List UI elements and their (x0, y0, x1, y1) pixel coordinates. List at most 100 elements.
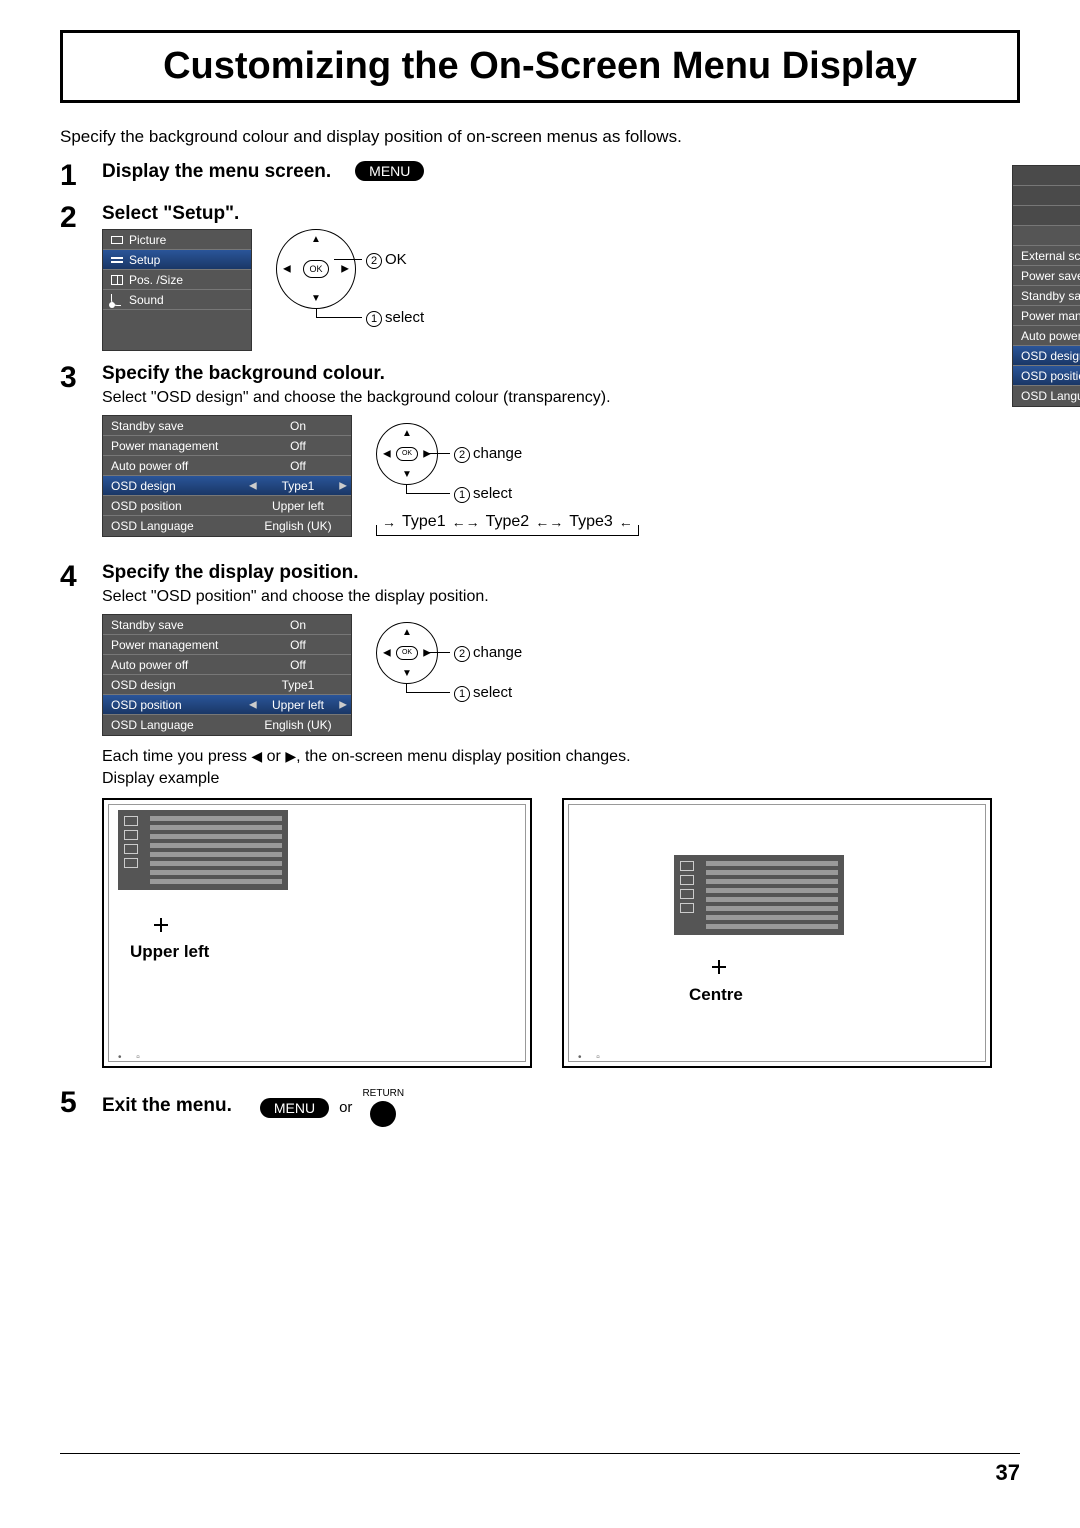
osd-row-label: Standby save (111, 419, 253, 433)
osd-row-label: Auto power off (111, 459, 253, 473)
setup-icon (111, 255, 123, 265)
osd-header-row[interactable]: Signal (1013, 166, 1080, 186)
osd-row[interactable]: Power managementOff (103, 635, 351, 655)
arrow-right-icon: ▶ (423, 449, 431, 460)
ok-button[interactable]: OK (303, 260, 329, 278)
osd-row[interactable]: Auto power offOff (103, 456, 351, 476)
step-2-number: 2 (60, 203, 86, 233)
osd-row[interactable]: OSD LanguageEnglish (UK) (103, 516, 351, 536)
osd-row[interactable]: OSD positionUpper left (103, 496, 351, 516)
osd-row[interactable]: External scaler modeOff (1013, 246, 1080, 266)
osd-row-label: Pos. /Size (129, 273, 243, 287)
dpad-step-3[interactable]: ▲ ▼ ◀ ▶ OK 2change (376, 415, 556, 505)
osd-row[interactable]: Auto power offOff (103, 655, 351, 675)
position-label-upper-left: Upper left (130, 942, 209, 962)
step-5-number: 5 (60, 1088, 86, 1118)
intro-text: Specify the background colour and displa… (60, 127, 1020, 147)
osd-row[interactable]: OSD designType1◀▶ (103, 476, 351, 496)
mini-osd-centre (674, 855, 844, 935)
osd-row[interactable]: Auto power offOff (1013, 326, 1080, 346)
dpad-select-annotation: 1select (454, 485, 512, 503)
arrow-right-icon: ▶ (423, 648, 431, 659)
return-button[interactable]: RETURN (362, 1088, 404, 1127)
osd-row[interactable]: OSD designType1 (103, 675, 351, 695)
osd-row[interactable]: OSD LanguageEnglish (UK) (1013, 386, 1080, 406)
page-title-box: Customizing the On-Screen Menu Display (60, 30, 1020, 103)
page-title: Customizing the On-Screen Menu Display (83, 45, 997, 88)
step-2: 2 Select "Setup". PictureSetup Pos. /Size… (60, 203, 992, 351)
osd-row[interactable]: Picture (103, 230, 251, 250)
menu-button[interactable]: MENU (355, 161, 424, 181)
step-3: 3 Specify the background colour. Select … (60, 363, 992, 550)
dpad-step-2[interactable]: ▲ ▼ ◀ ▶ OK 2OK 1select (276, 229, 456, 319)
step-2-title: Select "Setup". (102, 203, 992, 225)
crosshair-icon (154, 918, 168, 937)
osd-row[interactable]: Standby saveOn (103, 615, 351, 635)
right-arrow-icon: ▶ (285, 748, 296, 765)
arrow-up-icon: ▲ (402, 428, 412, 439)
dpad-select-annotation: 1select (454, 684, 512, 702)
osd-row[interactable]: Standby saveOn (1013, 286, 1080, 306)
osd-row-label: OSD position (1021, 369, 1080, 383)
osd-row[interactable]: OSD positionUpper left◀▶ (103, 695, 351, 715)
osd-row-label: Standby save (111, 618, 253, 632)
osd-row-label: Auto power off (1021, 329, 1080, 343)
arrow-left-icon: ◀ (383, 449, 391, 460)
osd-row[interactable]: Standby saveOn (103, 416, 351, 436)
osd-row-value: Type1 (253, 678, 343, 692)
osd-row[interactable]: Setup (103, 250, 251, 270)
osd-row-value: Off (253, 439, 343, 453)
osd-row[interactable]: Sound (103, 290, 251, 310)
arrow-down-icon: ▼ (402, 469, 412, 480)
osd-row[interactable]: Power saveOff (1013, 266, 1080, 286)
step-1: 1 Display the menu screen. MENU (60, 161, 992, 191)
step-1-title: Display the menu screen. (102, 161, 331, 183)
step-5-title: Exit the menu. (102, 1095, 232, 1117)
osd-row-value: English (UK) (253, 718, 343, 732)
setup-menu-preview: SignalScreensaverComponent/RGB-in select… (1012, 165, 1080, 407)
osd-row-label: OSD position (111, 499, 253, 513)
osd-row-value: Type1◀▶ (253, 479, 343, 493)
osd-row[interactable]: RGB (1013, 226, 1080, 246)
osd-row[interactable]: Power managementOff (103, 436, 351, 456)
osd-row[interactable]: Power managementOff (1013, 306, 1080, 326)
osd-row[interactable]: OSD designType1◀▶ (1013, 346, 1080, 366)
crosshair-icon (712, 960, 726, 979)
osd-row-label: OSD design (111, 678, 253, 692)
osd-row-value: Upper left (253, 499, 343, 513)
pos-size-icon (111, 275, 123, 285)
sound-icon (111, 294, 121, 306)
step-4-note: Each time you press ◀ or ▶, the on-scree… (102, 748, 722, 766)
arrow-down-icon: ▼ (311, 293, 321, 304)
osd-row-label: OSD position (111, 698, 253, 712)
arrow-up-icon: ▲ (402, 627, 412, 638)
dpad-ok-annotation: 2OK (366, 251, 407, 269)
osd-row[interactable]: OSD LanguageEnglish (UK) (103, 715, 351, 735)
osd-row-value: Off (253, 638, 343, 652)
osd-row-label: Power management (111, 638, 253, 652)
dpad-change-annotation: 2change (454, 644, 522, 662)
ok-button[interactable]: OK (396, 447, 418, 461)
osd-row[interactable]: OSD positionUpper left◀▶ (1013, 366, 1080, 386)
ok-button[interactable]: OK (396, 646, 418, 660)
steps-column: 1 Display the menu screen. MENU 2 Select… (60, 161, 992, 1139)
osd-row-value: Off (253, 459, 343, 473)
return-circle-icon (370, 1101, 396, 1127)
menu-button[interactable]: MENU (260, 1098, 329, 1118)
dpad-change-annotation: 2change (454, 445, 522, 463)
osd-header-row[interactable]: Component/RGB-in select (1013, 206, 1080, 226)
osd-header-row[interactable]: Screensaver (1013, 186, 1080, 206)
osd-row-value: English (UK) (253, 519, 343, 533)
osd-row[interactable]: Pos. /Size (103, 270, 251, 290)
display-example-label: Display example (102, 770, 722, 788)
step-4-title: Specify the display position. (102, 562, 992, 584)
example-screen-centre: Centre • ▫ (562, 798, 992, 1068)
arrow-left-icon: ◀ (283, 264, 291, 275)
page-number: 37 (996, 1460, 1020, 1485)
osd-row-label: Power save (1021, 269, 1080, 283)
dpad-step-4[interactable]: ▲ ▼ ◀ ▶ OK 2change 1selec (376, 614, 556, 704)
step-4-desc: Select "OSD position" and choose the dis… (102, 588, 992, 606)
picture-icon (111, 236, 123, 244)
position-label-centre: Centre (689, 985, 743, 1005)
step-4-osd-menu: Standby saveOnPower managementOffAuto po… (102, 614, 352, 736)
